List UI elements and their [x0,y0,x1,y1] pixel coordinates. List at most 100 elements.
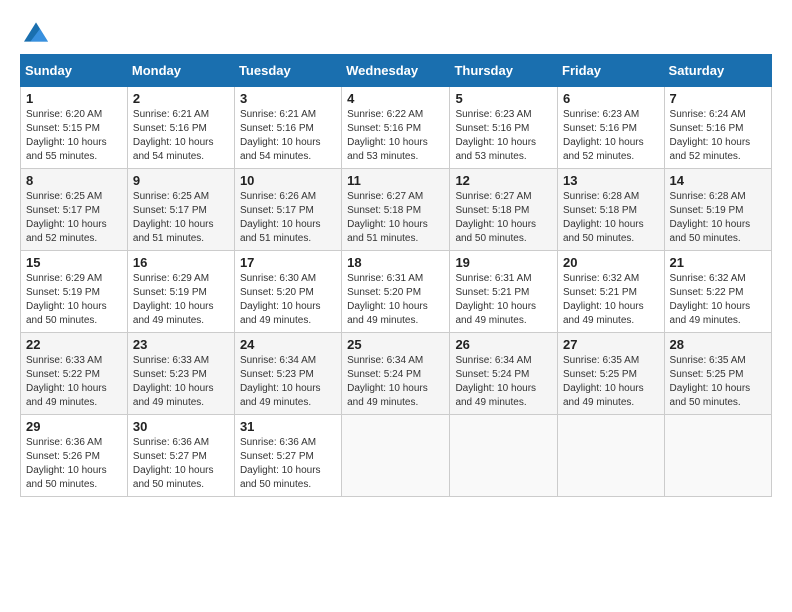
day-of-week-header: Sunday [21,55,128,87]
calendar-cell: 8 Sunrise: 6:25 AM Sunset: 5:17 PM Dayli… [21,169,128,251]
calendar-cell: 2 Sunrise: 6:21 AM Sunset: 5:16 PM Dayli… [127,87,234,169]
calendar-cell: 31 Sunrise: 6:36 AM Sunset: 5:27 PM Dayl… [234,415,341,497]
calendar-cell: 14 Sunrise: 6:28 AM Sunset: 5:19 PM Dayl… [664,169,771,251]
day-number: 10 [240,173,336,188]
calendar-cell: 28 Sunrise: 6:35 AM Sunset: 5:25 PM Dayl… [664,333,771,415]
day-info: Sunrise: 6:33 AM Sunset: 5:22 PM Dayligh… [26,354,122,410]
day-number: 25 [347,337,444,352]
day-info: Sunrise: 6:36 AM Sunset: 5:26 PM Dayligh… [26,436,122,492]
calendar-cell: 6 Sunrise: 6:23 AM Sunset: 5:16 PM Dayli… [558,87,665,169]
day-number: 24 [240,337,336,352]
calendar-cell: 30 Sunrise: 6:36 AM Sunset: 5:27 PM Dayl… [127,415,234,497]
header [20,20,772,44]
day-number: 28 [670,337,766,352]
day-of-week-header: Wednesday [342,55,450,87]
day-of-week-header: Thursday [450,55,558,87]
day-info: Sunrise: 6:35 AM Sunset: 5:25 PM Dayligh… [563,354,659,410]
day-number: 11 [347,173,444,188]
day-info: Sunrise: 6:34 AM Sunset: 5:23 PM Dayligh… [240,354,336,410]
day-number: 29 [26,419,122,434]
day-info: Sunrise: 6:24 AM Sunset: 5:16 PM Dayligh… [670,108,766,164]
day-info: Sunrise: 6:31 AM Sunset: 5:20 PM Dayligh… [347,272,444,328]
calendar-cell: 27 Sunrise: 6:35 AM Sunset: 5:25 PM Dayl… [558,333,665,415]
calendar-cell: 17 Sunrise: 6:30 AM Sunset: 5:20 PM Dayl… [234,251,341,333]
calendar-cell: 3 Sunrise: 6:21 AM Sunset: 5:16 PM Dayli… [234,87,341,169]
day-number: 21 [670,255,766,270]
day-number: 26 [455,337,552,352]
day-number: 27 [563,337,659,352]
day-info: Sunrise: 6:33 AM Sunset: 5:23 PM Dayligh… [133,354,229,410]
day-number: 1 [26,91,122,106]
calendar-cell: 20 Sunrise: 6:32 AM Sunset: 5:21 PM Dayl… [558,251,665,333]
day-info: Sunrise: 6:23 AM Sunset: 5:16 PM Dayligh… [455,108,552,164]
day-info: Sunrise: 6:23 AM Sunset: 5:16 PM Dayligh… [563,108,659,164]
calendar: SundayMondayTuesdayWednesdayThursdayFrid… [20,54,772,497]
calendar-cell: 18 Sunrise: 6:31 AM Sunset: 5:20 PM Dayl… [342,251,450,333]
day-number: 16 [133,255,229,270]
day-of-week-header: Monday [127,55,234,87]
calendar-cell: 19 Sunrise: 6:31 AM Sunset: 5:21 PM Dayl… [450,251,558,333]
logo-icon [24,20,48,44]
day-number: 23 [133,337,229,352]
day-of-week-header: Friday [558,55,665,87]
day-of-week-header: Saturday [664,55,771,87]
day-info: Sunrise: 6:21 AM Sunset: 5:16 PM Dayligh… [240,108,336,164]
day-number: 6 [563,91,659,106]
day-info: Sunrise: 6:29 AM Sunset: 5:19 PM Dayligh… [133,272,229,328]
day-info: Sunrise: 6:32 AM Sunset: 5:21 PM Dayligh… [563,272,659,328]
calendar-cell: 4 Sunrise: 6:22 AM Sunset: 5:16 PM Dayli… [342,87,450,169]
calendar-cell [664,415,771,497]
day-info: Sunrise: 6:31 AM Sunset: 5:21 PM Dayligh… [455,272,552,328]
calendar-cell: 23 Sunrise: 6:33 AM Sunset: 5:23 PM Dayl… [127,333,234,415]
day-number: 13 [563,173,659,188]
day-number: 19 [455,255,552,270]
day-info: Sunrise: 6:34 AM Sunset: 5:24 PM Dayligh… [455,354,552,410]
day-info: Sunrise: 6:25 AM Sunset: 5:17 PM Dayligh… [26,190,122,246]
day-info: Sunrise: 6:20 AM Sunset: 5:15 PM Dayligh… [26,108,122,164]
day-info: Sunrise: 6:28 AM Sunset: 5:19 PM Dayligh… [670,190,766,246]
calendar-cell: 7 Sunrise: 6:24 AM Sunset: 5:16 PM Dayli… [664,87,771,169]
calendar-cell: 5 Sunrise: 6:23 AM Sunset: 5:16 PM Dayli… [450,87,558,169]
day-number: 30 [133,419,229,434]
logo [20,20,48,44]
calendar-cell: 16 Sunrise: 6:29 AM Sunset: 5:19 PM Dayl… [127,251,234,333]
calendar-cell: 22 Sunrise: 6:33 AM Sunset: 5:22 PM Dayl… [21,333,128,415]
day-info: Sunrise: 6:29 AM Sunset: 5:19 PM Dayligh… [26,272,122,328]
calendar-cell: 21 Sunrise: 6:32 AM Sunset: 5:22 PM Dayl… [664,251,771,333]
calendar-cell: 24 Sunrise: 6:34 AM Sunset: 5:23 PM Dayl… [234,333,341,415]
calendar-cell [558,415,665,497]
day-number: 18 [347,255,444,270]
day-info: Sunrise: 6:32 AM Sunset: 5:22 PM Dayligh… [670,272,766,328]
day-number: 22 [26,337,122,352]
day-info: Sunrise: 6:25 AM Sunset: 5:17 PM Dayligh… [133,190,229,246]
day-number: 31 [240,419,336,434]
day-info: Sunrise: 6:27 AM Sunset: 5:18 PM Dayligh… [347,190,444,246]
calendar-cell: 25 Sunrise: 6:34 AM Sunset: 5:24 PM Dayl… [342,333,450,415]
day-number: 3 [240,91,336,106]
calendar-cell: 26 Sunrise: 6:34 AM Sunset: 5:24 PM Dayl… [450,333,558,415]
day-number: 5 [455,91,552,106]
calendar-cell: 9 Sunrise: 6:25 AM Sunset: 5:17 PM Dayli… [127,169,234,251]
calendar-cell [450,415,558,497]
day-number: 15 [26,255,122,270]
day-number: 2 [133,91,229,106]
day-info: Sunrise: 6:21 AM Sunset: 5:16 PM Dayligh… [133,108,229,164]
calendar-cell: 12 Sunrise: 6:27 AM Sunset: 5:18 PM Dayl… [450,169,558,251]
day-number: 9 [133,173,229,188]
day-info: Sunrise: 6:34 AM Sunset: 5:24 PM Dayligh… [347,354,444,410]
day-number: 17 [240,255,336,270]
calendar-cell: 15 Sunrise: 6:29 AM Sunset: 5:19 PM Dayl… [21,251,128,333]
day-info: Sunrise: 6:36 AM Sunset: 5:27 PM Dayligh… [133,436,229,492]
day-number: 12 [455,173,552,188]
day-info: Sunrise: 6:36 AM Sunset: 5:27 PM Dayligh… [240,436,336,492]
day-info: Sunrise: 6:30 AM Sunset: 5:20 PM Dayligh… [240,272,336,328]
day-info: Sunrise: 6:27 AM Sunset: 5:18 PM Dayligh… [455,190,552,246]
day-number: 7 [670,91,766,106]
day-number: 8 [26,173,122,188]
calendar-cell: 29 Sunrise: 6:36 AM Sunset: 5:26 PM Dayl… [21,415,128,497]
day-info: Sunrise: 6:22 AM Sunset: 5:16 PM Dayligh… [347,108,444,164]
day-number: 4 [347,91,444,106]
day-info: Sunrise: 6:35 AM Sunset: 5:25 PM Dayligh… [670,354,766,410]
day-number: 14 [670,173,766,188]
calendar-cell: 10 Sunrise: 6:26 AM Sunset: 5:17 PM Dayl… [234,169,341,251]
